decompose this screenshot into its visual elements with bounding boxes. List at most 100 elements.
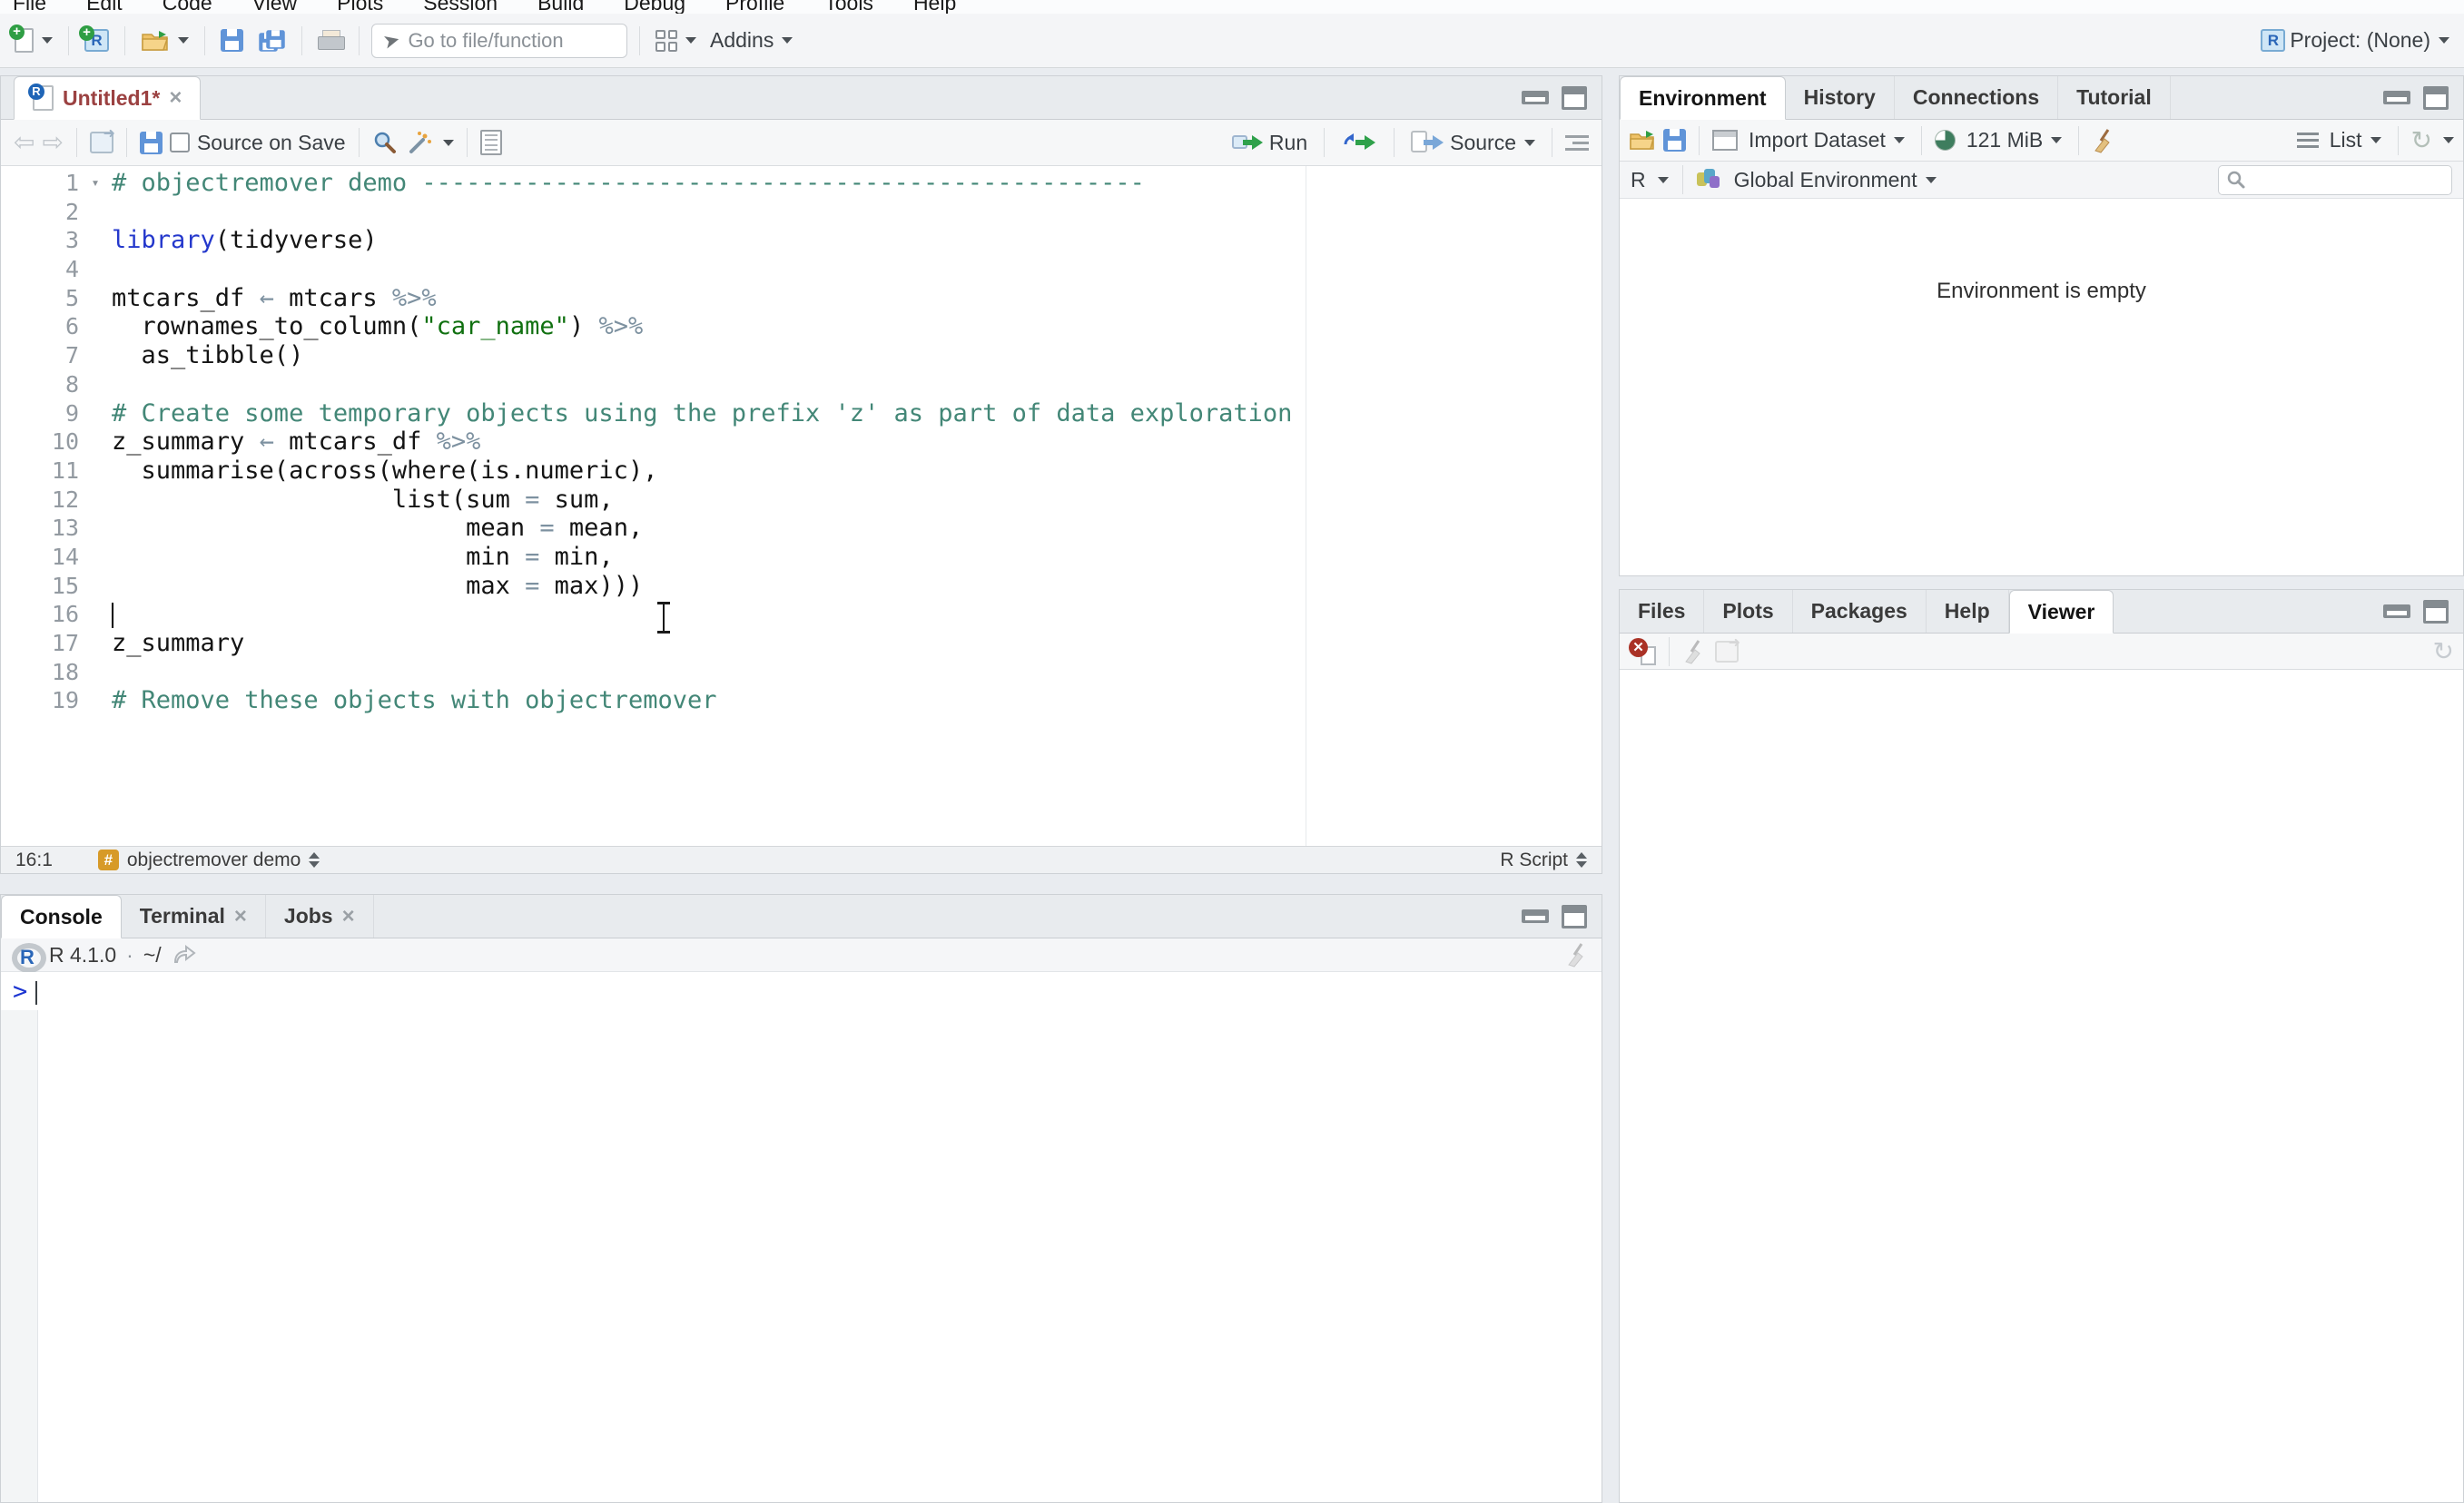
tab-untitled1[interactable]: Untitled1* × [14, 76, 202, 120]
code-tools-dropdown-icon[interactable] [442, 139, 454, 146]
console-tab-terminal[interactable]: Terminal × [122, 895, 266, 938]
fold-column [79, 255, 112, 284]
compile-report-icon[interactable] [479, 130, 502, 155]
code-tools-wand-icon[interactable] [405, 130, 432, 155]
load-workspace-icon[interactable] [1629, 130, 1656, 152]
menu-plots[interactable]: Plots [337, 0, 383, 14]
panes-dropdown-icon[interactable] [685, 37, 696, 44]
menu-help[interactable]: Help [913, 0, 956, 14]
back-icon[interactable]: ⇦ [14, 130, 34, 155]
menu-profile[interactable]: Profile [725, 0, 784, 14]
console-input-area[interactable]: > [1, 972, 1602, 1502]
files-tab-viewer[interactable]: Viewer [2008, 590, 2114, 634]
minimize-pane-icon[interactable] [1522, 91, 1549, 104]
document-outline-icon[interactable] [1565, 134, 1589, 151]
files-tab-files[interactable]: Files [1620, 590, 1705, 633]
find-replace-icon[interactable] [372, 130, 398, 155]
addins-button[interactable]: Addins [706, 25, 796, 55]
save-document-icon[interactable] [139, 131, 163, 154]
file-type-label: R Script [1500, 849, 1568, 870]
fold-arrow-icon[interactable]: ▾ [79, 169, 112, 198]
view-directory-arrow-icon[interactable] [172, 944, 197, 966]
import-dataset-button[interactable]: Import Dataset [1745, 125, 1908, 155]
open-file-button[interactable] [137, 26, 192, 55]
rerun-icon [1344, 133, 1376, 150]
maximize-pane-icon[interactable] [1562, 904, 1587, 928]
code-editor[interactable]: 1 ▾ # objectremover demo -----------------… [1, 166, 1602, 846]
project-label: Project: (None) [2290, 28, 2430, 52]
language-dropdown-icon[interactable] [1657, 176, 1669, 183]
save-button[interactable] [217, 26, 247, 54]
project-menu-button[interactable]: R Project: (None) [2257, 25, 2453, 55]
refresh-dropdown-icon[interactable] [2443, 137, 2454, 143]
line-number: 8 [64, 370, 79, 398]
menu-code[interactable]: Code [163, 0, 212, 14]
goto-file-input[interactable]: ➤ Go to file/function [371, 23, 627, 58]
save-workspace-icon[interactable] [1663, 129, 1686, 152]
console-tab-jobs[interactable]: Jobs × [266, 895, 374, 938]
clear-viewer-icon[interactable]: ✕ [1629, 637, 1656, 665]
section-label: objectremover demo [126, 849, 301, 870]
maximize-pane-icon[interactable] [2423, 85, 2449, 110]
environment-tab-tutorial[interactable]: Tutorial [2058, 76, 2171, 119]
maximize-pane-icon[interactable] [1562, 85, 1587, 110]
run-label: Run [1268, 130, 1308, 154]
open-in-new-window-icon[interactable] [89, 124, 115, 153]
menu-build[interactable]: Build [537, 0, 584, 14]
source-dropdown-icon[interactable] [1524, 139, 1535, 146]
close-tab-icon[interactable]: × [169, 87, 182, 109]
environment-tab-environment[interactable]: Environment [1620, 76, 1786, 120]
memory-usage-button[interactable]: 121 MiB [1963, 125, 2065, 155]
menu-view[interactable]: View [252, 0, 297, 14]
environment-tab-connections[interactable]: Connections [1895, 76, 2059, 119]
minimize-pane-icon[interactable] [2383, 604, 2410, 618]
save-all-button[interactable] [253, 25, 290, 56]
minimize-pane-icon[interactable] [2383, 91, 2410, 104]
refresh-environment-icon[interactable]: ↻ [2411, 127, 2432, 152]
environment-scope-button[interactable]: Global Environment [1730, 165, 1940, 195]
source-on-save-checkbox[interactable] [169, 133, 190, 152]
open-file-dropdown-icon[interactable] [178, 37, 189, 44]
tab-label: Terminal [139, 904, 225, 928]
menu-debug[interactable]: Debug [624, 0, 685, 14]
working-directory[interactable]: ~/ [143, 943, 162, 968]
line-text: list(sum = sum, [112, 485, 614, 514]
menu-file[interactable]: File [13, 0, 46, 14]
forward-icon[interactable]: ⇨ [42, 130, 63, 155]
maximize-pane-icon[interactable] [2423, 599, 2449, 624]
line-text: # objectremover demo -------------------… [112, 169, 1145, 197]
environment-search-input[interactable] [2218, 164, 2452, 195]
new-file-dropdown-icon[interactable] [42, 37, 53, 44]
section-jump-menu[interactable]: # objectremover demo [97, 849, 320, 871]
source-button[interactable]: Source [1407, 128, 1539, 158]
new-project-button[interactable]: R + [79, 25, 113, 54]
menu-edit[interactable]: Edit [86, 0, 123, 14]
console-tab-console[interactable]: Console [1, 895, 122, 938]
rerun-button[interactable] [1337, 129, 1381, 156]
file-type-menu[interactable]: R Script [1500, 850, 1587, 871]
run-button[interactable]: Run [1228, 128, 1311, 158]
view-mode-button[interactable]: List [2326, 125, 2385, 155]
console-version-row: R 4.1.0 · ~/ [1, 938, 1602, 973]
close-tab-icon[interactable]: × [234, 905, 247, 927]
panes-layout-button[interactable] [652, 27, 700, 54]
files-tab-help[interactable]: Help [1927, 590, 2009, 633]
clear-console-broom-icon[interactable] [1565, 941, 1591, 968]
mouse-ibeam-cursor [656, 602, 671, 636]
files-tab-bar: Files Plots Packages Help Viewer [1620, 590, 2463, 634]
viewer-open-in-new-window-icon[interactable] [1715, 634, 1740, 663]
save-icon [221, 29, 243, 52]
print-button[interactable] [314, 27, 347, 54]
files-tab-plots[interactable]: Plots [1704, 590, 1793, 633]
environment-tab-history[interactable]: History [1786, 76, 1895, 119]
minimize-pane-icon[interactable] [1522, 909, 1549, 923]
menu-session[interactable]: Session [423, 0, 498, 14]
new-file-button[interactable]: + [9, 25, 56, 55]
refresh-viewer-icon[interactable]: ↻ [2433, 638, 2454, 663]
menu-tools[interactable]: Tools [824, 0, 873, 14]
clear-environment-broom-icon[interactable] [2092, 127, 2117, 154]
close-tab-icon[interactable]: × [342, 905, 355, 927]
files-tab-packages[interactable]: Packages [1793, 590, 1927, 633]
clear-all-viewer-broom-icon[interactable] [1682, 638, 1708, 665]
code-line-15: 15 max = max))) [1, 572, 1602, 601]
